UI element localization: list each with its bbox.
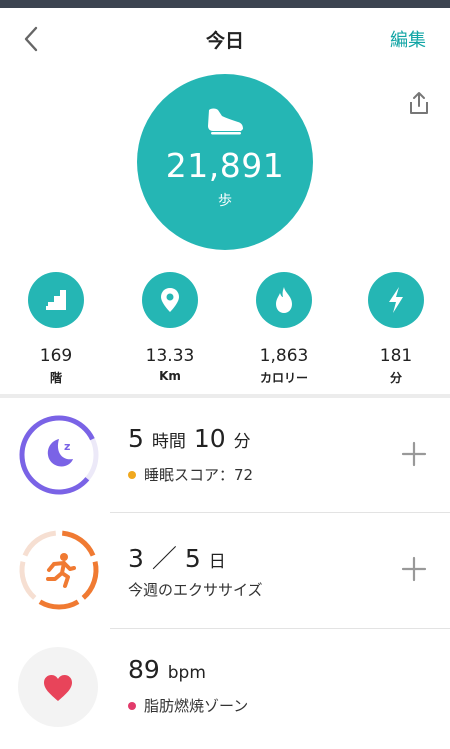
sleep-score: 睡眠スコア：72 xyxy=(128,464,253,485)
stat-floors[interactable]: 169 階 xyxy=(6,272,106,386)
moon-icon: z xyxy=(47,439,73,467)
share-button[interactable] xyxy=(404,88,434,118)
shoe-icon xyxy=(208,108,243,135)
stat-unit: 階 xyxy=(49,371,62,385)
add-exercise-button[interactable] xyxy=(396,551,432,587)
sleep-duration: 5 時間 10 分 xyxy=(128,424,251,453)
sleep-score-label: 睡眠スコア：72 xyxy=(144,466,254,484)
status-dot xyxy=(128,701,136,710)
stat-unit: 分 xyxy=(389,371,402,385)
exercise-label: 今週のエクササイズ xyxy=(128,581,263,599)
steps-unit: 歩 xyxy=(218,193,232,209)
stat-value: 181 xyxy=(379,346,413,366)
stat-calories[interactable]: 1,863 カロリー xyxy=(234,272,334,386)
heart-rate-value: 89 xyxy=(128,655,160,684)
exercise-progress: 3 ／ 5 日 xyxy=(128,539,226,575)
flame-icon xyxy=(256,272,312,328)
share-icon xyxy=(410,92,428,114)
header: 今日 編集 xyxy=(0,8,450,68)
stat-unit: Km xyxy=(159,369,181,383)
location-pin-icon xyxy=(142,272,198,328)
exercise-goal: 5 xyxy=(184,544,201,573)
page-title: 今日 xyxy=(205,30,244,52)
exercise-row[interactable]: 3 ／ 5 日 今週のエクササイズ xyxy=(0,513,450,627)
heart-rate-row[interactable]: 89 bpm 脂肪燃焼ゾーン xyxy=(0,629,450,749)
heart-rate: 89 bpm xyxy=(128,655,206,684)
heart-zone: 脂肪燃焼ゾーン xyxy=(128,695,248,716)
stat-unit: カロリー xyxy=(259,371,308,385)
svg-text:z: z xyxy=(64,440,70,453)
stat-value: 169 xyxy=(39,346,73,366)
exercise-separator: ／ xyxy=(151,544,177,573)
sleep-row[interactable]: z 5 時間 10 分 睡眠スコア：72 xyxy=(0,398,450,512)
sleep-hours: 5 xyxy=(128,424,144,453)
stairs-icon xyxy=(28,272,84,328)
lightning-icon xyxy=(368,272,424,328)
exercise-ring-segment xyxy=(81,561,99,600)
exercise-unit: 日 xyxy=(208,552,226,572)
sleep-minutes: 10 xyxy=(193,424,226,453)
add-sleep-button[interactable] xyxy=(396,436,432,472)
stat-active-minutes[interactable]: 181 分 xyxy=(346,272,446,386)
stat-value: 1,863 xyxy=(259,346,309,366)
heart-rate-unit: bpm xyxy=(167,663,206,683)
edit-button[interactable]: 編集 xyxy=(390,26,426,52)
heart-icon xyxy=(44,675,72,701)
steps-summary[interactable]: 21,891 歩 xyxy=(137,74,313,250)
stat-distance[interactable]: 13.33 Km xyxy=(120,272,220,383)
steps-value: 21,891 xyxy=(165,146,285,185)
exercise-ring-segment xyxy=(19,561,37,600)
status-dot xyxy=(128,470,136,479)
plus-icon xyxy=(401,441,427,467)
status-bar xyxy=(0,0,450,8)
running-icon xyxy=(46,553,76,588)
exercise-ring-segment xyxy=(38,599,80,610)
exercise-done: 3 xyxy=(128,544,144,573)
plus-icon xyxy=(401,556,427,582)
heart-zone-label: 脂肪燃焼ゾーン xyxy=(144,697,249,715)
sleep-minutes-unit: 分 xyxy=(233,432,251,452)
sleep-hours-unit: 時間 xyxy=(151,432,186,452)
stat-value: 13.33 xyxy=(145,346,195,366)
